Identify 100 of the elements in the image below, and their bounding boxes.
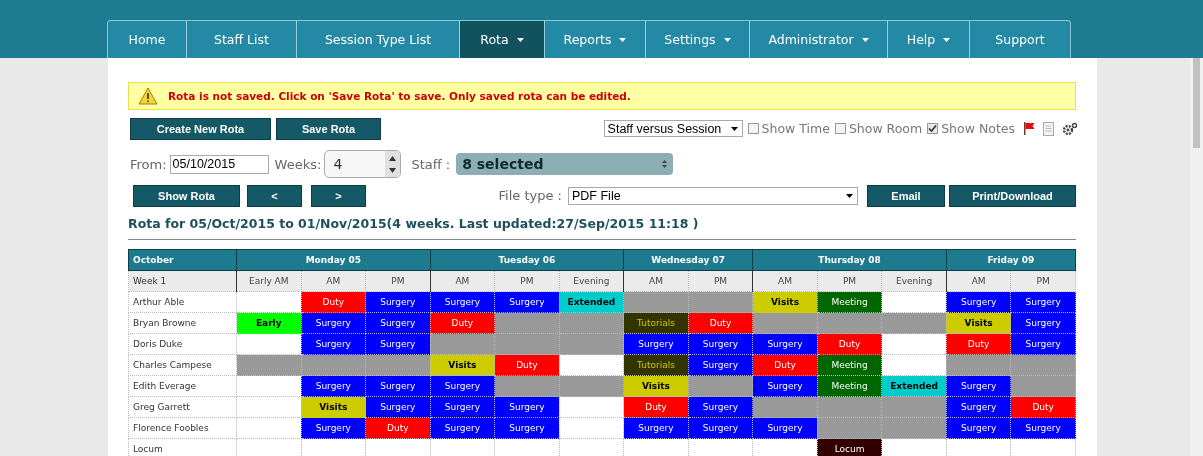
unavailable-cell[interactable]: [559, 312, 624, 334]
session-header: Early AM: [236, 270, 302, 292]
checkbox[interactable]: [834, 123, 846, 134]
session-cell[interactable]: Duty: [623, 396, 689, 418]
unavailable-cell[interactable]: [688, 375, 753, 397]
next-button[interactable]: >: [311, 184, 366, 207]
session-cell[interactable]: Surgery: [688, 417, 753, 439]
nav-tab[interactable]: Rota: [460, 21, 545, 58]
session-cell[interactable]: Extended: [881, 375, 947, 397]
session-cell[interactable]: Duty: [430, 312, 495, 334]
option-label: Show Room: [848, 121, 923, 136]
session-cell[interactable]: Surgery: [301, 333, 366, 355]
unavailable-cell[interactable]: [881, 312, 947, 334]
rota-title: Rota for 05/Oct/2015 to 01/Nov/2015(4 weeks. Last updated:27/Sep/2015 11:18 ): [128, 216, 1076, 240]
session-header: AM: [752, 270, 818, 292]
session-cell[interactable]: Surgery: [430, 396, 495, 418]
session-header: PM: [688, 270, 753, 292]
session-cell[interactable]: Surgery: [688, 396, 753, 418]
unavailable-cell[interactable]: [946, 354, 1011, 376]
session-cell[interactable]: Visits: [301, 396, 366, 418]
session-cell[interactable]: Surgery: [301, 417, 366, 439]
settings-icon[interactable]: [1062, 121, 1078, 136]
staff-name: Bryan Browne: [128, 312, 237, 334]
day-header: Friday 09: [946, 249, 1076, 271]
warning-icon: [138, 87, 158, 105]
weeks-label: Weeks:: [274, 156, 322, 172]
checkbox[interactable]: [747, 123, 759, 134]
session-cell[interactable]: Extended: [559, 291, 624, 313]
view-select[interactable]: Staff versus Session: [603, 120, 743, 137]
session-cell[interactable]: Surgery: [688, 333, 753, 355]
nav-tab[interactable]: Support: [970, 21, 1070, 58]
unavailable-cell[interactable]: [430, 333, 495, 355]
scrollbar-thumb[interactable]: [1193, 58, 1200, 148]
day-header: Thursday 08: [752, 249, 947, 271]
staff-name: Greg Garrett: [128, 396, 237, 418]
session-cell[interactable]: Duty: [688, 312, 753, 334]
unavailable-cell[interactable]: [559, 375, 624, 397]
session-cell[interactable]: Surgery: [946, 375, 1011, 397]
session-cell[interactable]: Meeting: [817, 354, 882, 376]
unavailable-cell[interactable]: [688, 291, 753, 313]
file-type-label: File type :: [498, 188, 562, 203]
session-cell[interactable]: Surgery: [430, 291, 495, 313]
session-cell[interactable]: Visits: [946, 312, 1011, 334]
staff-name: Locum: [128, 438, 237, 456]
unavailable-cell[interactable]: [559, 333, 624, 355]
day-header: Wednesday 07: [623, 249, 753, 271]
caret-icon: [846, 193, 853, 198]
session-cell[interactable]: Surgery: [946, 291, 1011, 313]
session-cell[interactable]: Surgery: [301, 312, 366, 334]
note-icon[interactable]: [1043, 121, 1054, 136]
session-cell[interactable]: Surgery: [301, 375, 366, 397]
option-label: Show Time: [761, 121, 830, 136]
print-download-button[interactable]: Print/Download: [949, 184, 1076, 207]
session-cell[interactable]: Early: [236, 312, 302, 334]
session-cell[interactable]: Meeting: [817, 375, 882, 397]
session-cell[interactable]: Meeting: [817, 291, 882, 313]
unavailable-cell[interactable]: [236, 354, 302, 376]
session-header: AM: [623, 270, 689, 292]
email-button[interactable]: Email: [867, 184, 945, 207]
session-cell[interactable]: Surgery: [688, 354, 753, 376]
session-cell[interactable]: Surgery: [430, 375, 495, 397]
file-type-select[interactable]: PDF File: [568, 186, 858, 205]
session-cell[interactable]: Duty: [817, 333, 882, 355]
unavailable-cell[interactable]: [817, 396, 882, 418]
day-header: Tuesday 06: [430, 249, 624, 271]
create-rota-button[interactable]: Create New Rota: [130, 117, 271, 140]
session-cell[interactable]: Surgery: [430, 417, 495, 439]
scrollbar[interactable]: [1190, 58, 1203, 456]
week-header: Week 1: [128, 270, 237, 292]
flag-icon[interactable]: [1023, 122, 1035, 135]
session-header: AM: [301, 270, 366, 292]
session-header: AM: [430, 270, 495, 292]
unavailable-cell[interactable]: [817, 417, 882, 439]
session-cell[interactable]: Surgery: [946, 417, 1011, 439]
staff-name: Florence Foobles: [128, 417, 237, 439]
session-cell[interactable]: Visits: [430, 354, 495, 376]
staff-label: Staff :: [411, 156, 451, 172]
session-cell[interactable]: Surgery: [623, 417, 689, 439]
checkbox[interactable]: [927, 123, 939, 134]
previous-button[interactable]: <: [247, 184, 302, 207]
session-cell[interactable]: Surgery: [946, 396, 1011, 418]
session-cell[interactable]: Tutorials: [623, 354, 689, 376]
session-cell[interactable]: Duty: [946, 333, 1011, 355]
staff-name: Arthur Able: [128, 291, 237, 313]
day-header: Monday 05: [236, 249, 431, 271]
staff-name: Charles Campese: [128, 354, 237, 376]
unavailable-cell[interactable]: [301, 354, 366, 376]
unavailable-cell[interactable]: [817, 312, 882, 334]
session-cell[interactable]: Duty: [301, 291, 366, 313]
session-header: AM: [946, 270, 1011, 292]
session-header: Evening: [559, 270, 624, 292]
weeks-spinner[interactable]: 4: [324, 150, 402, 178]
staff-select[interactable]: 8 selected: [456, 153, 674, 175]
option-label: Show Notes: [941, 121, 1015, 136]
from-label: From:: [130, 156, 167, 172]
save-rota-button[interactable]: Save Rota: [276, 117, 381, 140]
caret-icon: [730, 126, 738, 131]
date-field[interactable]: 05/10/2015: [169, 154, 269, 174]
show-rota-button[interactable]: Show Rota: [133, 184, 240, 207]
month-header: October: [128, 249, 237, 271]
